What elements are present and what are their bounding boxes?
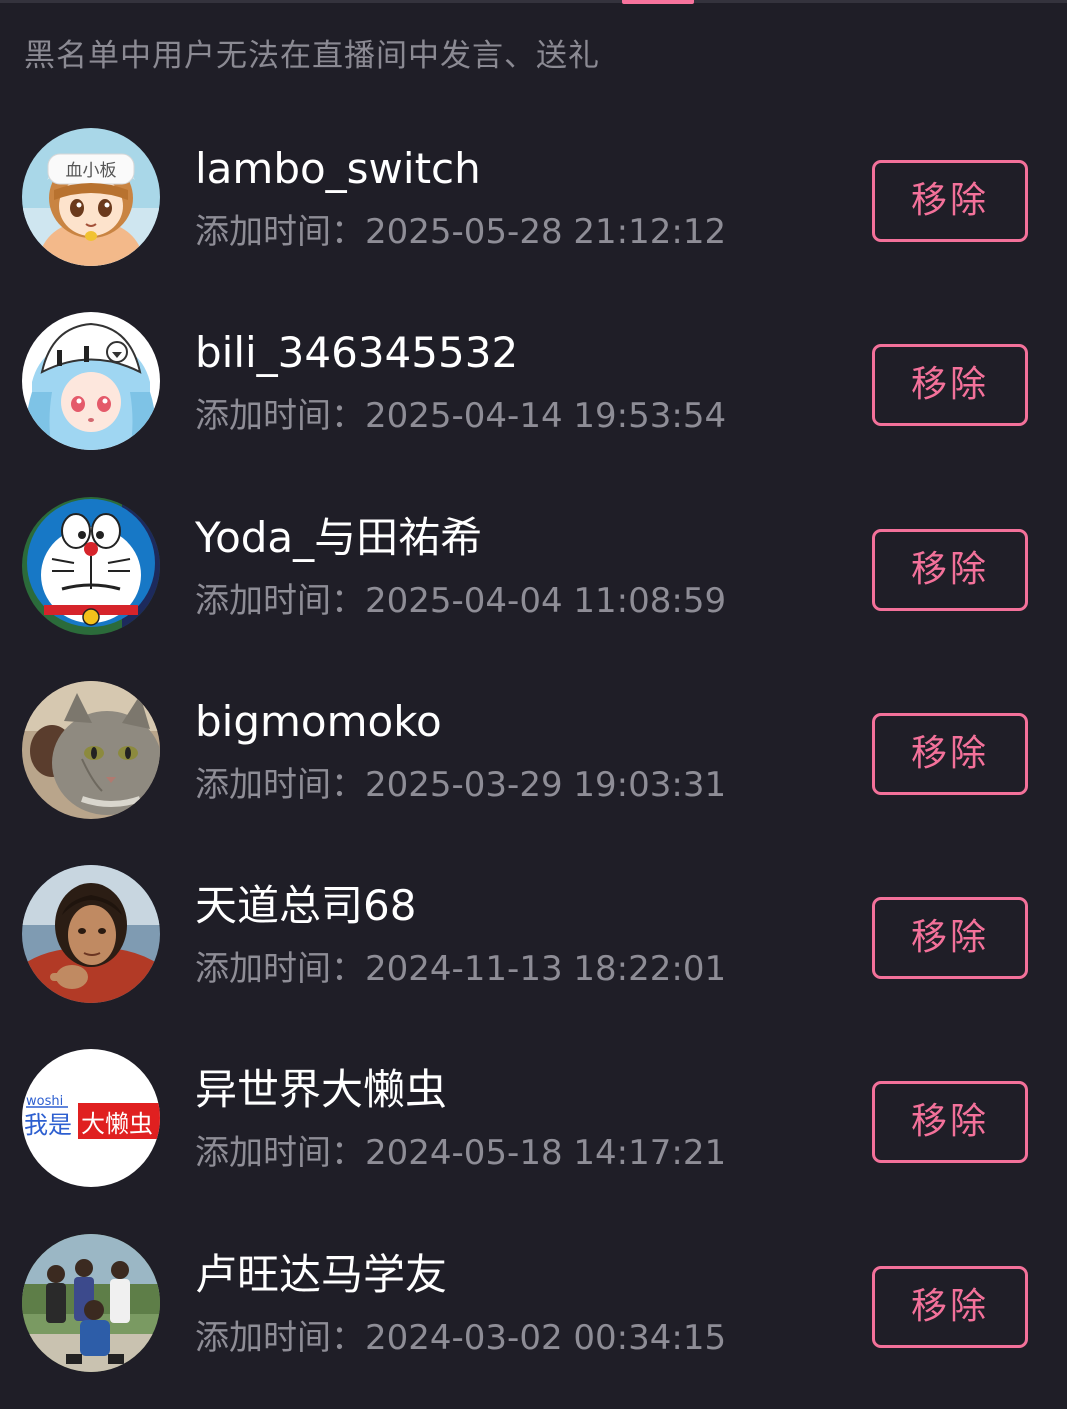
username: 天道总司68: [195, 881, 417, 931]
remove-button[interactable]: 移除: [872, 160, 1028, 242]
blocklist-item: Yoda_与田祐希 添加时间：2025-04-04 11:08:59 移除: [0, 481, 1067, 665]
group-photo-avatar: [22, 1233, 160, 1372]
blocklist-page: 黑名单中用户无法在直播间中发言、送礼 血小板 lambo_switch 添加时间…: [0, 0, 1067, 1409]
avatar[interactable]: [22, 865, 160, 1004]
added-time: 添加时间：2025-05-28 21:12:12: [195, 210, 726, 254]
added-time: 添加时间：2025-04-14 19:53:54: [195, 394, 726, 438]
avatar[interactable]: [22, 496, 160, 635]
added-time: 添加时间：2025-03-29 19:03:31: [195, 763, 726, 807]
avatar[interactable]: woshi 我是 大懒虫: [22, 1049, 160, 1188]
added-time-value: 2024-03-02 00:34:15: [365, 1317, 727, 1358]
anime-girl-avatar: 血小板: [22, 128, 160, 266]
anime-girl-blue-hair-avatar: [22, 312, 160, 451]
blocklist-item: woshi 我是 大懒虫 异世界大懒虫 添加时间：2024-05-18 14:1…: [0, 1033, 1067, 1217]
added-time-label: 添加时间：: [195, 949, 365, 990]
added-time-label: 添加时间：: [195, 1317, 365, 1358]
text-logo-avatar: woshi 我是 大懒虫: [22, 1049, 160, 1188]
blocklist-notice: 黑名单中用户无法在直播间中发言、送礼: [24, 38, 600, 74]
remove-button[interactable]: 移除: [872, 1081, 1028, 1164]
added-time-label: 添加时间：: [195, 764, 365, 805]
avatar[interactable]: 血小板: [22, 128, 160, 266]
username: 卢旺达马学友: [195, 1249, 448, 1299]
added-time-value: 2025-04-14 19:53:54: [365, 396, 727, 437]
avatar[interactable]: [22, 312, 160, 451]
avatar-text-left: 我是: [24, 1111, 72, 1139]
added-time-value: 2025-04-04 11:08:59: [365, 580, 727, 621]
added-time-value: 2025-05-28 21:12:12: [365, 212, 727, 252]
active-tab-indicator: [622, 0, 694, 4]
top-divider: [0, 0, 1067, 3]
blocklist-item: 天道总司68 添加时间：2024-11-13 18:22:01 移除: [0, 849, 1067, 1033]
remove-button[interactable]: 移除: [872, 1265, 1028, 1348]
blocklist-item: 血小板 lambo_switch 添加时间：2025-05-28 21:12:1…: [0, 112, 1067, 296]
username: Yoda_与田祐希: [195, 512, 483, 562]
remove-button[interactable]: 移除: [872, 528, 1028, 611]
added-time-value: 2024-05-18 14:17:21: [365, 1133, 727, 1174]
blocklist: 血小板 lambo_switch 添加时间：2025-05-28 21:12:1…: [0, 112, 1067, 1402]
blocklist-item: bili_346345532 添加时间：2025-04-14 19:53:54 …: [0, 296, 1067, 480]
added-time-value: 2024-11-13 18:22:01: [365, 949, 727, 990]
avatar[interactable]: [22, 1233, 160, 1372]
avatar[interactable]: [22, 680, 160, 819]
remove-button[interactable]: 移除: [872, 712, 1028, 795]
avatar-cap-text: 血小板: [66, 161, 117, 181]
remove-button[interactable]: 移除: [872, 344, 1028, 427]
username: lambo_switch: [195, 144, 481, 193]
added-time-value: 2025-03-29 19:03:31: [365, 764, 727, 805]
blocklist-item: 卢旺达马学友 添加时间：2024-03-02 00:34:15 移除: [0, 1218, 1067, 1402]
person-photo-avatar: [22, 865, 160, 1004]
remove-button[interactable]: 移除: [872, 897, 1028, 980]
added-time-label: 添加时间：: [195, 1133, 365, 1174]
added-time: 添加时间：2025-04-04 11:08:59: [195, 579, 726, 623]
username: bigmomoko: [195, 696, 442, 746]
cat-photo-avatar: [22, 680, 160, 819]
added-time-label: 添加时间：: [195, 396, 365, 437]
added-time-label: 添加时间：: [195, 580, 365, 621]
doraemon-avatar: [22, 496, 160, 635]
username: 异世界大懒虫: [195, 1065, 448, 1115]
username: bili_346345532: [195, 328, 519, 378]
added-time: 添加时间：2024-05-18 14:17:21: [195, 1131, 726, 1175]
avatar-text-right: 大懒虫: [81, 1110, 153, 1138]
blocklist-item: bigmomoko 添加时间：2025-03-29 19:03:31 移除: [0, 665, 1067, 849]
added-time: 添加时间：2024-03-02 00:34:15: [195, 1316, 726, 1360]
added-time-label: 添加时间：: [195, 212, 365, 252]
added-time: 添加时间：2024-11-13 18:22:01: [195, 947, 726, 991]
